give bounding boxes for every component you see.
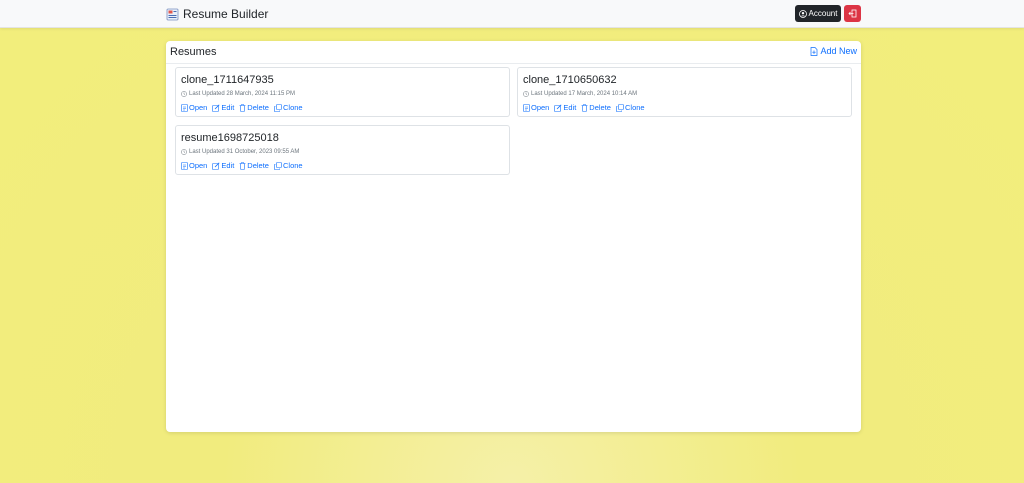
trash-icon — [239, 103, 246, 112]
resume-card: clone_1711647935 Last Updated 28 March, … — [175, 67, 510, 117]
edit-icon — [212, 104, 220, 112]
account-label: Account — [808, 9, 838, 18]
resume-logo-icon — [166, 8, 179, 20]
edit-link[interactable]: Edit — [212, 161, 234, 170]
app-title: Resume Builder — [183, 7, 269, 21]
copy-icon — [274, 161, 282, 170]
account-button[interactable]: Account — [795, 5, 841, 22]
copy-icon — [616, 103, 624, 112]
clock-icon — [181, 149, 187, 155]
resume-name: resume1698725018 — [181, 132, 279, 144]
resume-name: clone_1711647935 — [181, 74, 274, 86]
resumes-card: Resumes Add New clone_1711647935 Last Up… — [166, 41, 861, 432]
top-navbar: Resume Builder Account — [0, 0, 1024, 28]
resume-last-updated: Last Updated 17 March, 2024 10:14 AM — [523, 91, 637, 97]
file-text-icon — [181, 103, 188, 112]
edit-icon — [554, 104, 562, 112]
trash-icon — [581, 103, 588, 112]
trash-icon — [239, 161, 246, 170]
page-title: Resumes — [170, 46, 217, 58]
delete-link[interactable]: Delete — [239, 103, 269, 112]
resume-last-updated: Last Updated 28 March, 2024 11:15 PM — [181, 91, 295, 97]
clone-link[interactable]: Clone — [274, 161, 303, 170]
resume-name: clone_1710650632 — [523, 74, 617, 86]
resume-card: clone_1710650632 Last Updated 17 March, … — [517, 67, 852, 117]
open-link[interactable]: Open — [523, 103, 549, 112]
logout-button[interactable] — [844, 5, 861, 22]
delete-link[interactable]: Delete — [239, 161, 269, 170]
open-link[interactable]: Open — [181, 103, 207, 112]
clone-link[interactable]: Clone — [616, 103, 645, 112]
add-new-label: Add New — [820, 46, 857, 56]
file-text-icon — [181, 161, 188, 170]
resume-actions: Open Edit Delete Clone — [523, 103, 645, 112]
card-header: Resumes Add New — [166, 41, 861, 64]
add-new-button[interactable]: Add New — [810, 46, 857, 56]
resume-actions: Open Edit Delete Clone — [181, 161, 303, 170]
edit-icon — [212, 162, 220, 170]
brand-link[interactable]: Resume Builder — [166, 6, 268, 22]
clock-icon — [523, 91, 529, 97]
edit-link[interactable]: Edit — [554, 103, 576, 112]
logout-icon — [848, 9, 857, 18]
edit-link[interactable]: Edit — [212, 103, 234, 112]
file-text-icon — [523, 103, 530, 112]
file-plus-icon — [811, 46, 818, 56]
resume-last-updated: Last Updated 31 October, 2023 09:55 AM — [181, 149, 299, 155]
resume-actions: Open Edit Delete Clone — [181, 103, 303, 112]
open-link[interactable]: Open — [181, 161, 207, 170]
copy-icon — [274, 103, 282, 112]
delete-link[interactable]: Delete — [581, 103, 611, 112]
clock-icon — [181, 91, 187, 97]
clone-link[interactable]: Clone — [274, 103, 303, 112]
resume-card: resume1698725018 Last Updated 31 October… — [175, 125, 510, 175]
user-circle-icon — [798, 9, 807, 18]
